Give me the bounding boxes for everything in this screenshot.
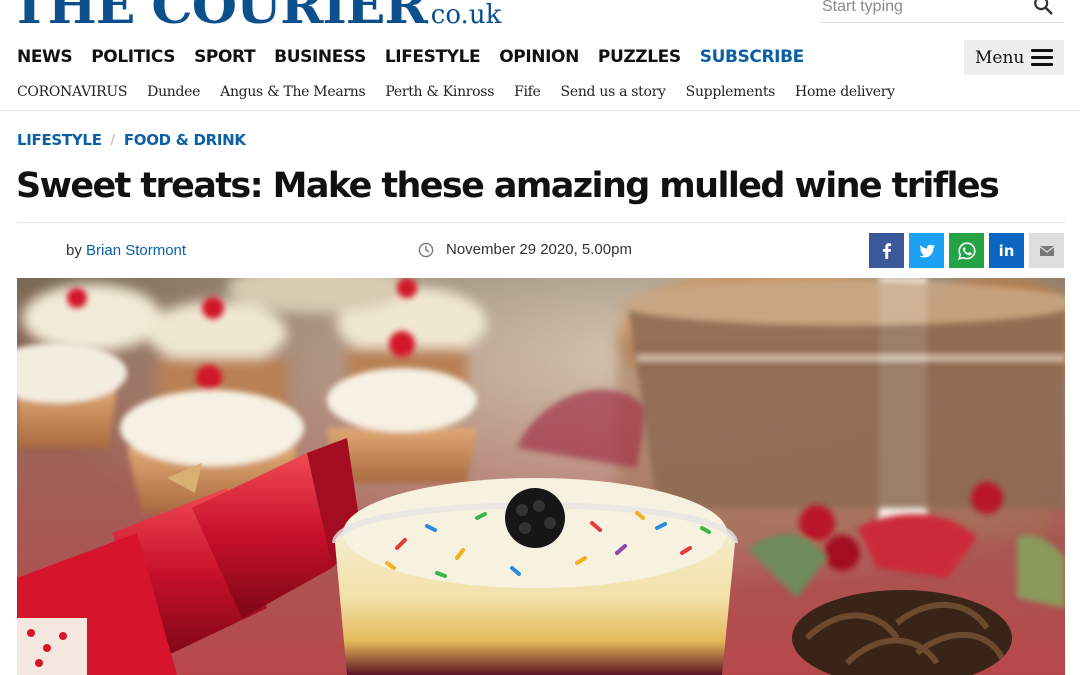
nav-business[interactable]: BUSINESS — [274, 46, 366, 68]
breadcrumb: LIFESTYLE / FOOD & DRINK — [17, 131, 246, 149]
share-bar: in — [869, 233, 1069, 268]
menu-label: Menu — [975, 47, 1025, 68]
byline-prefix: by — [66, 242, 82, 259]
subnav-send-story[interactable]: Send us a story — [561, 82, 666, 102]
author-link[interactable]: Brian Stormont — [86, 242, 186, 259]
trifle-photo — [17, 278, 1065, 675]
logo-wordmark: THE COURIER — [9, 0, 428, 34]
nav-puzzles[interactable]: PUZZLES — [598, 46, 681, 68]
nav-opinion[interactable]: OPINION — [499, 46, 579, 68]
share-linkedin-button[interactable]: in — [989, 233, 1024, 268]
breadcrumb-food-drink[interactable]: FOOD & DRINK — [124, 131, 246, 149]
byline: by Brian Stormont — [66, 242, 186, 259]
subnav-fife[interactable]: Fife — [514, 82, 541, 102]
menu-button[interactable]: Menu — [964, 40, 1064, 75]
share-whatsapp-button[interactable] — [949, 233, 984, 268]
timestamp-text: November 29 2020, 5.00pm — [446, 241, 632, 258]
twitter-icon — [919, 244, 935, 257]
logo-domain: .co.uk — [422, 0, 502, 30]
header-divider — [17, 222, 1065, 223]
nav-news[interactable]: NEWS — [17, 46, 73, 68]
nav-lifestyle[interactable]: LIFESTYLE — [385, 46, 481, 68]
masthead: THE COURIER.co.uk Start typing — [0, 0, 1080, 34]
facebook-icon — [882, 242, 891, 259]
breadcrumb-lifestyle[interactable]: LIFESTYLE — [17, 131, 102, 149]
primary-nav: NEWS POLITICS SPORT BUSINESS LIFESTYLE O… — [17, 46, 823, 68]
secondary-nav: CORONAVIRUS Dundee Angus & The Mearns Pe… — [17, 82, 915, 102]
clock-icon — [418, 242, 434, 257]
whatsapp-icon — [957, 241, 976, 260]
search-input[interactable]: Start typing — [820, 0, 1064, 23]
nav-sport[interactable]: SPORT — [194, 46, 255, 68]
search-placeholder: Start typing — [822, 0, 903, 15]
share-email-button[interactable] — [1029, 233, 1064, 268]
subnav-angus[interactable]: Angus & The Mearns — [220, 82, 366, 102]
subnav-coronavirus[interactable]: CORONAVIRUS — [17, 82, 127, 102]
linkedin-icon: in — [998, 241, 1015, 260]
nav-subscribe[interactable]: SUBSCRIBE — [700, 46, 805, 68]
subnav-dundee[interactable]: Dundee — [147, 82, 200, 102]
hamburger-icon — [1031, 49, 1053, 66]
breadcrumb-separator: / — [110, 131, 115, 149]
site-logo[interactable]: THE COURIER.co.uk — [10, 0, 502, 34]
subnav-perth[interactable]: Perth & Kinross — [385, 82, 494, 102]
publish-time: November 29 2020, 5.00pm — [418, 241, 632, 258]
subnav-home-delivery[interactable]: Home delivery — [795, 82, 895, 102]
nav-politics[interactable]: POLITICS — [91, 46, 175, 68]
share-facebook-button[interactable] — [869, 233, 904, 268]
nav-divider — [0, 110, 1080, 111]
article-headline: Sweet treats: Make these amazing mulled … — [16, 166, 1000, 206]
subnav-supplements[interactable]: Supplements — [686, 82, 776, 102]
share-twitter-button[interactable] — [909, 233, 944, 268]
search-icon[interactable] — [1032, 0, 1054, 16]
hero-image — [17, 278, 1065, 675]
email-icon — [1039, 245, 1054, 256]
